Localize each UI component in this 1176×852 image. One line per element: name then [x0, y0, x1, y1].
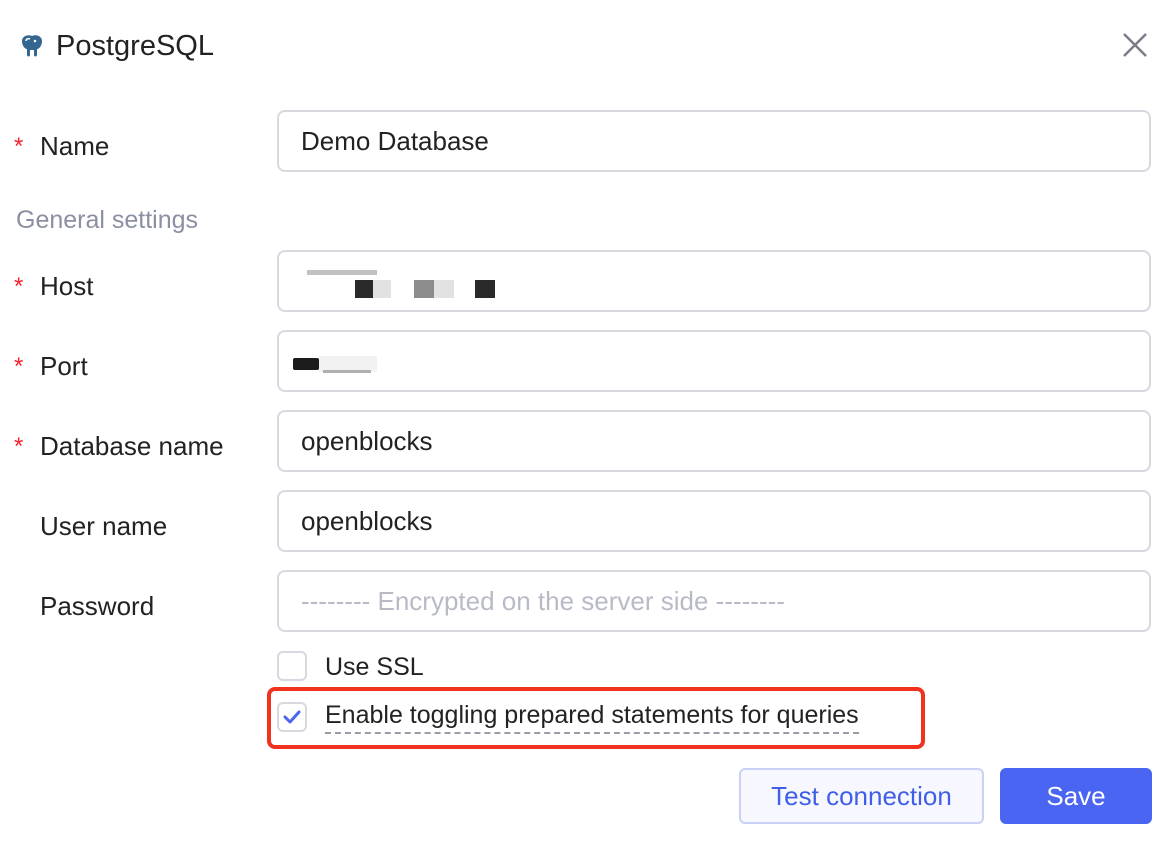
port-input[interactable]	[277, 330, 1151, 392]
password-input[interactable]: -------- Encrypted on the server side --…	[277, 570, 1151, 632]
redacted-text	[307, 270, 377, 275]
user-name-label: User name	[40, 511, 168, 541]
redacted-block	[293, 358, 319, 370]
port-label: Port	[40, 351, 88, 381]
redacted-block	[434, 280, 454, 298]
prepared-statements-checkbox[interactable]	[277, 702, 307, 732]
use-ssl-checkbox[interactable]	[277, 651, 307, 681]
database-name-input[interactable]: openblocks	[277, 410, 1151, 472]
close-icon[interactable]	[1118, 28, 1152, 62]
prepared-statements-label[interactable]: Enable toggling prepared statements for …	[325, 700, 859, 734]
use-ssl-label[interactable]: Use SSL	[325, 651, 424, 683]
redacted-block	[475, 280, 495, 298]
save-button[interactable]: Save	[1000, 768, 1152, 824]
password-label: Password	[40, 591, 155, 621]
required-marker: *	[14, 273, 24, 300]
required-marker: *	[14, 353, 24, 380]
dialog-title: PostgreSQL	[56, 30, 214, 62]
postgresql-datasource-dialog: PostgreSQL * Name Demo Database General …	[0, 0, 1176, 852]
name-label: Name	[40, 131, 110, 161]
redacted-block	[355, 280, 373, 298]
database-name-label: Database name	[40, 431, 224, 461]
host-input[interactable]	[277, 250, 1151, 312]
user-name-input[interactable]: openblocks	[277, 490, 1151, 552]
name-input[interactable]: Demo Database	[277, 110, 1151, 172]
redacted-block	[414, 280, 434, 298]
required-marker: *	[14, 433, 24, 460]
required-marker: *	[14, 133, 24, 160]
redacted-block	[373, 280, 391, 298]
general-settings-heading: General settings	[16, 206, 199, 234]
host-label: Host	[40, 271, 94, 301]
checkmark-icon	[283, 710, 301, 724]
postgresql-elephant-icon	[22, 35, 42, 57]
redacted-text	[323, 370, 371, 373]
test-connection-button[interactable]: Test connection	[739, 768, 984, 824]
